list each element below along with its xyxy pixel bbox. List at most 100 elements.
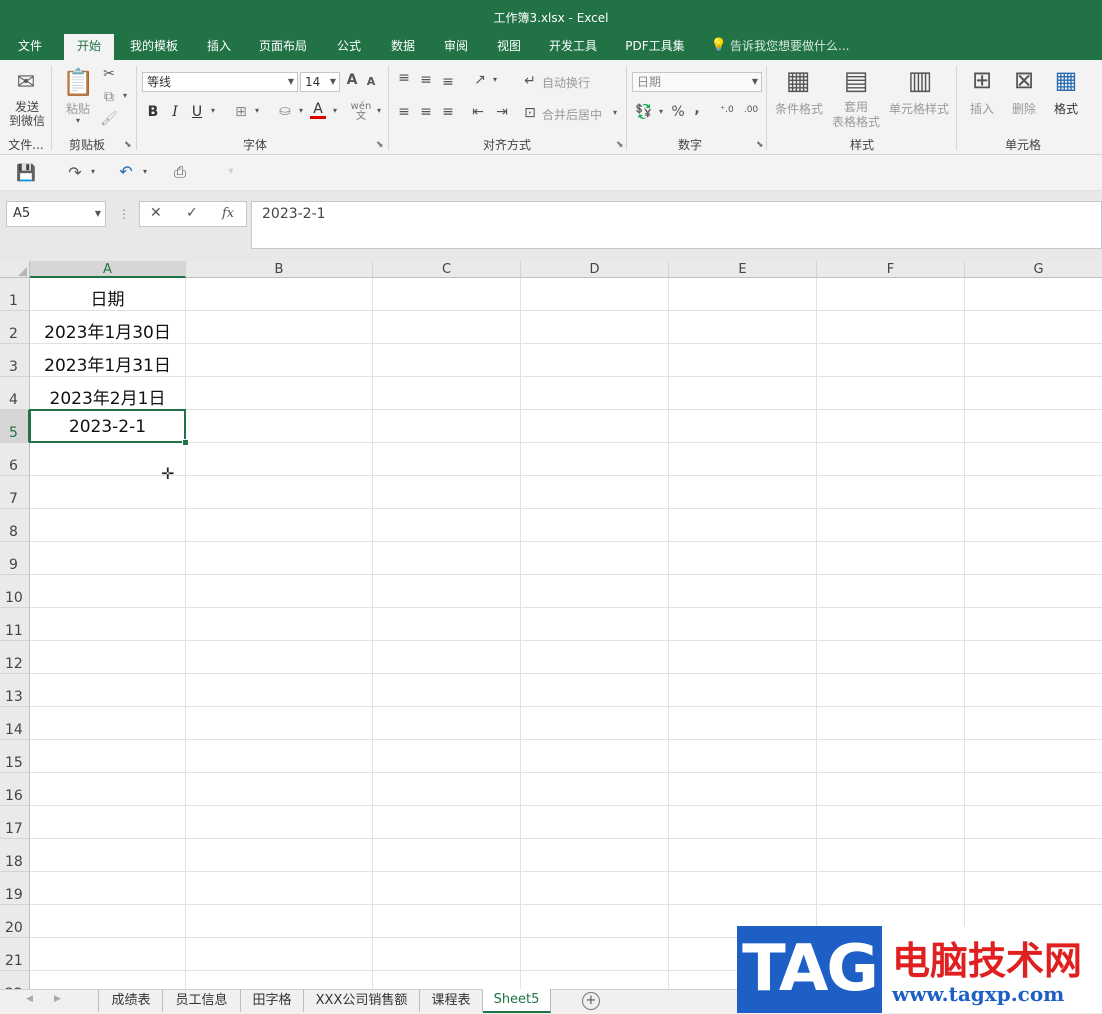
paste-button[interactable]: 粘贴 (62, 100, 94, 117)
decrease-indent-icon[interactable]: ⇤ (470, 104, 486, 120)
comma-style-button[interactable]: , (690, 101, 704, 117)
conditional-formatting-icon[interactable]: ▦ (784, 66, 812, 96)
tab-pdf-tools[interactable]: PDF工具集 (618, 38, 692, 60)
cell-a4[interactable]: 2023年2月1日 (30, 384, 185, 409)
tab-formulas[interactable]: 公式 (328, 38, 370, 60)
wechat-icon[interactable]: ✉ (12, 70, 40, 96)
insert-cells-button[interactable]: 插入 (966, 100, 998, 117)
tab-insert[interactable]: 插入 (198, 38, 240, 60)
row-header-17[interactable]: 17 (0, 806, 30, 839)
paste-icon[interactable]: 📋 (62, 68, 94, 100)
bold-button[interactable]: B (144, 104, 162, 120)
column-header-b[interactable]: B (186, 261, 373, 278)
cut-icon[interactable]: ✂ (100, 66, 118, 82)
row-header-20[interactable]: 20 (0, 905, 30, 938)
cell-a3[interactable]: 2023年1月31日 (30, 351, 185, 376)
send-to-wechat-button[interactable]: 发送 到微信 (6, 100, 48, 128)
tab-review[interactable]: 审阅 (436, 38, 476, 60)
row-header-19[interactable]: 19 (0, 872, 30, 905)
column-header-f[interactable]: F (817, 261, 965, 278)
select-all-corner[interactable] (0, 261, 30, 278)
cell-styles-button[interactable]: 单元格样式 (888, 100, 950, 117)
chevron-down-icon[interactable]: ▼ (95, 202, 101, 226)
underline-dropdown-icon[interactable]: ▾ (208, 106, 218, 115)
row-header-6[interactable]: 6 (0, 443, 30, 476)
merge-dropdown-icon[interactable]: ▾ (610, 108, 620, 117)
redo-dropdown-icon[interactable]: ▾ (88, 167, 98, 176)
column-header-c[interactable]: C (373, 261, 521, 278)
font-size-select[interactable]: 14 ▼ (300, 72, 340, 92)
sheet-tab-scores[interactable]: 成绩表 (100, 990, 163, 1012)
row-header-15[interactable]: 15 (0, 740, 30, 773)
font-color-icon[interactable]: A (310, 102, 326, 119)
align-center-icon[interactable]: ≡ (418, 104, 434, 120)
row-header-14[interactable]: 14 (0, 707, 30, 740)
tab-data[interactable]: 数据 (382, 38, 424, 60)
align-left-icon[interactable]: ≡ (396, 104, 412, 120)
merge-center-icon[interactable]: ⊡ (522, 105, 538, 121)
spreadsheet-grid[interactable]: A B C D E F G 1 2 3 4 5 6 7 8 9 10 11 12… (0, 261, 1102, 989)
font-color-dropdown-icon[interactable]: ▾ (330, 106, 340, 115)
confirm-entry-icon[interactable]: ✓ (186, 205, 198, 221)
row-header-5[interactable]: 5 (0, 410, 30, 443)
copy-dropdown-icon[interactable]: ▾ (120, 91, 130, 100)
tell-me-search[interactable]: 告诉我您想要做什么... (730, 38, 860, 60)
currency-dropdown-icon[interactable]: ▾ (656, 107, 666, 116)
redo-icon[interactable]: ↷ (66, 163, 84, 182)
cell-styles-icon[interactable]: ▥ (906, 66, 934, 96)
row-header-11[interactable]: 11 (0, 608, 30, 641)
italic-button[interactable]: I (166, 104, 184, 120)
row-header-1[interactable]: 1 (0, 278, 30, 311)
wrap-text-button[interactable]: 自动换行 (542, 74, 590, 91)
tab-file[interactable]: 文件 (10, 38, 50, 60)
align-top-icon[interactable]: ≡ (396, 70, 412, 86)
delete-cells-button[interactable]: 删除 (1008, 100, 1040, 117)
row-header-2[interactable]: 2 (0, 311, 30, 344)
decrease-font-size-icon[interactable]: A (364, 75, 378, 88)
fill-color-dropdown-icon[interactable]: ▾ (296, 106, 306, 115)
increase-indent-icon[interactable]: ⇥ (494, 104, 510, 120)
align-right-icon[interactable]: ≡ (440, 104, 456, 120)
currency-icon[interactable]: 💱 (634, 104, 654, 120)
format-cells-button[interactable]: 格式 (1050, 100, 1082, 117)
scroll-sheets-right-icon[interactable]: ▶ (54, 994, 61, 1004)
column-header-e[interactable]: E (669, 261, 817, 278)
fill-handle[interactable] (182, 439, 189, 446)
column-header-g[interactable]: G (965, 261, 1102, 278)
formula-input[interactable]: 2023-2-1 (251, 201, 1102, 249)
row-header-13[interactable]: 13 (0, 674, 30, 707)
tab-view[interactable]: 视图 (488, 38, 530, 60)
copy-icon[interactable]: ⧉ (100, 89, 118, 105)
increase-font-size-icon[interactable]: A (344, 72, 360, 88)
row-header-7[interactable]: 7 (0, 476, 30, 509)
merge-center-button[interactable]: 合并后居中 (542, 106, 602, 123)
save-icon[interactable]: 💾 (16, 163, 36, 182)
number-format-select[interactable]: 日期 ▼ (632, 72, 762, 92)
number-launcher-icon[interactable]: ⬊ (756, 140, 764, 150)
format-cells-icon[interactable]: ▦ (1052, 66, 1080, 94)
tab-page-layout[interactable]: 页面布局 (252, 38, 314, 60)
font-name-select[interactable]: 等线 ▼ (142, 72, 298, 92)
format-painter-icon[interactable]: 🖌 (100, 111, 118, 127)
row-header-18[interactable]: 18 (0, 839, 30, 872)
decrease-decimal-icon[interactable]: .00 (742, 105, 760, 115)
underline-button[interactable]: U (188, 104, 206, 120)
row-header-9[interactable]: 9 (0, 542, 30, 575)
row-header-16[interactable]: 16 (0, 773, 30, 806)
row-header-12[interactable]: 12 (0, 641, 30, 674)
sheet-tab-schedule[interactable]: 课程表 (420, 990, 483, 1012)
delete-cells-icon[interactable]: ⊠ (1010, 66, 1038, 94)
row-header-4[interactable]: 4 (0, 377, 30, 410)
column-header-d[interactable]: D (521, 261, 669, 278)
align-bottom-icon[interactable]: ≡ (440, 74, 456, 90)
customize-qat-icon[interactable]: ▾ (224, 166, 238, 177)
print-preview-icon[interactable]: ⎙ (170, 163, 190, 181)
phonetic-dropdown-icon[interactable]: ▾ (374, 106, 384, 115)
clipboard-launcher-icon[interactable]: ⬊ (124, 140, 132, 150)
paste-dropdown-icon[interactable]: ▾ (72, 116, 84, 125)
row-header-21[interactable]: 21 (0, 938, 30, 971)
cell-a1[interactable]: 日期 (30, 285, 185, 310)
alignment-launcher-icon[interactable]: ⬊ (616, 140, 624, 150)
sheet-tab-employees[interactable]: 员工信息 (163, 990, 241, 1012)
tab-developer[interactable]: 开发工具 (542, 38, 604, 60)
